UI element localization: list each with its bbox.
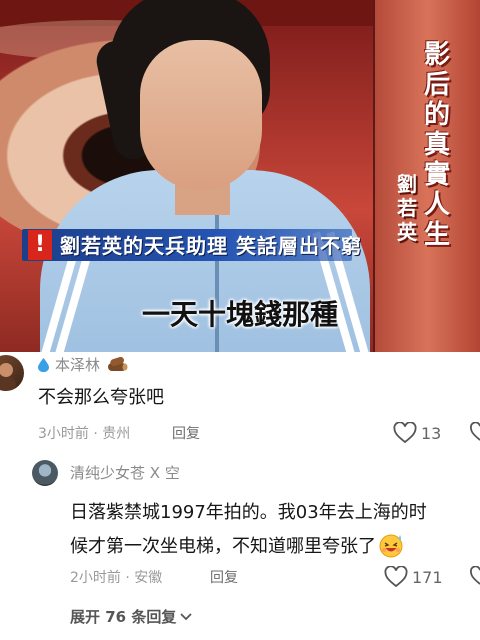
person-face — [140, 40, 262, 190]
dislike-icon[interactable] — [470, 422, 480, 442]
laughing-sweat-emoji — [379, 534, 403, 558]
expand-replies-button[interactable]: 展开 76 条回复 — [70, 607, 192, 627]
exclamation-icon: ! — [28, 230, 52, 260]
comment-meta: 2小时前 · 安徽 — [70, 570, 163, 586]
comment-meta: 3小时前 · 贵州 — [38, 426, 131, 442]
wood-log-icon — [108, 357, 128, 371]
heart-icon — [384, 566, 408, 588]
avatar[interactable] — [0, 355, 24, 391]
guest-name: 劉若英 — [397, 172, 417, 244]
video-player[interactable]: 影后的真實人生 劉若英 ! 劉若英的天兵助理 笑話層出不窮 一天十塊錢那種 — [0, 0, 480, 352]
avatar[interactable] — [32, 460, 58, 486]
like-count: 171 — [412, 567, 443, 587]
comment-username[interactable]: 本泽林 — [55, 355, 100, 375]
headline-text: 劉若英的天兵助理 笑話層出不窮 — [60, 234, 362, 258]
comment-text-segment: 候才第一次坐电梯，不知道哪里夸张了 — [70, 536, 376, 557]
comment-username-row[interactable]: 本泽林 — [38, 355, 128, 375]
video-subtitle: 一天十塊錢那種 — [141, 298, 338, 331]
comment-text: 不会那么夸张吧 — [38, 387, 164, 408]
show-title: 影后的真實人生 — [423, 40, 450, 250]
water-drop-icon — [38, 358, 49, 372]
dislike-icon[interactable] — [470, 566, 480, 586]
chevron-down-icon — [180, 613, 192, 621]
comment-text: 日落紫禁城1997年拍的。我03年去上海的时 候才第一次坐电梯，不知道哪里夸张了 — [70, 496, 480, 564]
comment-text-line: 日落紫禁城1997年拍的。我03年去上海的时 — [70, 502, 427, 523]
reply-button[interactable]: 回复 — [210, 568, 238, 588]
comment-text-line: 候才第一次坐电梯，不知道哪里夸张了 — [70, 530, 480, 564]
comment-username[interactable]: 清纯少女苍 X 空 — [70, 463, 180, 483]
like-button[interactable]: 171 — [384, 566, 443, 588]
like-count: 13 — [421, 423, 442, 443]
like-button[interactable]: 13 — [393, 422, 441, 444]
reply-button[interactable]: 回复 — [172, 424, 200, 444]
expand-replies-label: 展开 76 条回复 — [70, 608, 177, 626]
heart-icon — [393, 422, 417, 444]
